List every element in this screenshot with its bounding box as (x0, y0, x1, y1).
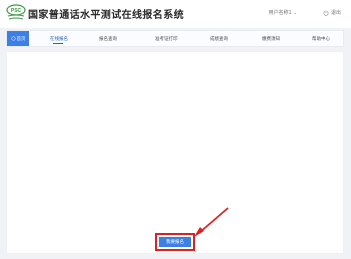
main-nav: 首页 在线报名 报名查询 准考证打印 成绩查询 缴费须知 帮助中心 (6, 30, 344, 47)
logout-label: 退出 (330, 10, 341, 16)
logo-text: PSC (11, 8, 22, 14)
nav-item-register-query[interactable]: 报名查询 (99, 31, 117, 46)
nav-home[interactable]: 首页 (7, 31, 29, 46)
psc-logo-icon: PSC (6, 4, 26, 20)
chevron-down-icon: ⌄ (293, 10, 297, 15)
logout-button[interactable]: 退出 (323, 9, 341, 16)
nav-home-label: 首页 (16, 36, 26, 42)
home-icon (10, 36, 16, 41)
nav-item-payment-notice[interactable]: 缴费须知 (262, 31, 280, 46)
user-menu[interactable]: 用户名称1 ⌄ (268, 9, 297, 16)
content-panel (6, 51, 344, 254)
nav-item-admission-print[interactable]: 准考证打印 (155, 31, 178, 46)
nav-item-help-center[interactable]: 帮助中心 (312, 31, 330, 46)
user-name: 用户名称1 (268, 10, 292, 16)
header: PSC 国家普通话水平测试在线报名系统 用户名称1 ⌄ 退出 (0, 0, 351, 28)
power-icon (323, 10, 329, 16)
site-title: 国家普通话水平测试在线报名系统 (28, 10, 184, 21)
nav-item-score-query[interactable]: 成绩查询 (210, 31, 228, 46)
register-button[interactable]: 我要报名 (159, 237, 191, 247)
nav-active-indicator (53, 43, 63, 44)
